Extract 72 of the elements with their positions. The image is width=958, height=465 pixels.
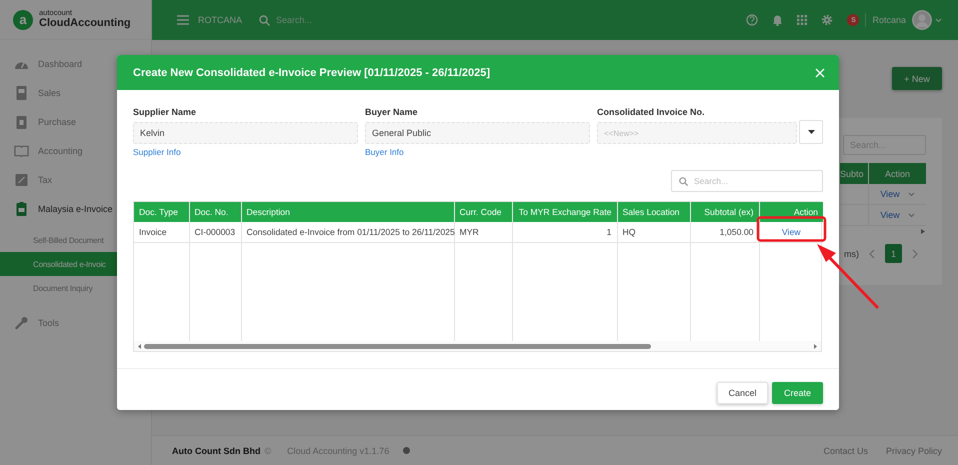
caret-icon[interactable] xyxy=(908,192,915,196)
document-icon xyxy=(14,202,29,216)
table-cell: MYR xyxy=(454,222,512,242)
field-label: Buyer Name xyxy=(365,106,418,118)
company-name[interactable]: ROTCANA xyxy=(198,15,242,25)
dialog-title: Create New Consolidated e-Invoice Preview [01/11/2025 - 26/11/2025] xyxy=(133,66,490,78)
table-cell: Consolidated e-Invoice from 01/11/2025 to 26/11/2025 xyxy=(241,222,454,242)
column-header: Action xyxy=(884,168,911,180)
sidebar-item[interactable]: Tax xyxy=(0,165,151,194)
search-field[interactable]: Search... xyxy=(671,170,823,192)
menu-icon[interactable] xyxy=(177,15,189,25)
field-label: Consolidated Invoice No. xyxy=(597,106,705,118)
text-field[interactable]: General Public xyxy=(365,122,590,144)
column-header: Sales Location xyxy=(617,202,690,222)
item-count: ms) xyxy=(844,248,859,258)
column-header: Doc. No. xyxy=(189,202,241,222)
receipt-icon xyxy=(14,86,29,100)
product-name: CloudAccounting xyxy=(39,17,131,30)
table-cell: CI-000003 xyxy=(189,222,241,242)
caret-icon[interactable] xyxy=(908,212,915,218)
column-header: Doc. Type xyxy=(134,202,189,222)
close-icon[interactable] xyxy=(815,68,825,78)
caret-icon xyxy=(808,130,814,134)
scrollbar-thumb[interactable] xyxy=(144,344,651,348)
scroll-arrow-icon[interactable] xyxy=(921,229,925,234)
search-field[interactable]: Search... xyxy=(276,15,312,25)
next-icon[interactable] xyxy=(912,248,918,258)
footer-link[interactable]: Contact Us xyxy=(823,446,868,456)
logo-mark: a xyxy=(13,10,33,30)
highlight-box xyxy=(756,216,826,242)
table-cell: Invoice xyxy=(134,222,189,242)
table-cell: 1,050.00 xyxy=(690,222,759,242)
create-button[interactable]: Create xyxy=(772,382,823,404)
new-button[interactable]: + New xyxy=(892,67,942,90)
scroll-left-icon[interactable] xyxy=(138,344,141,348)
field-label: Supplier Name xyxy=(133,106,196,118)
text-field[interactable]: Kelvin xyxy=(133,122,358,144)
help-icon[interactable] xyxy=(746,14,758,26)
table-cell: HQ xyxy=(617,222,690,242)
info-link[interactable]: Supplier Info xyxy=(133,147,181,157)
view-link[interactable]: View xyxy=(782,227,801,237)
scroll-right-icon[interactable] xyxy=(814,344,817,348)
previous-icon[interactable] xyxy=(869,248,875,258)
book-icon xyxy=(14,144,29,156)
column-header: Subtotal (ex) xyxy=(690,202,759,222)
dropdown-field[interactable]: <<New>> xyxy=(597,122,797,144)
column-header: Subto xyxy=(840,163,869,184)
company-name: Auto Count Sdn Bhd xyxy=(172,446,260,456)
dropdown-button[interactable] xyxy=(799,120,823,144)
arrow xyxy=(817,244,880,310)
grid-icon[interactable] xyxy=(797,15,808,25)
avatar-icon[interactable] xyxy=(912,10,932,30)
sidebar-item[interactable]: Tools xyxy=(0,308,151,337)
view-link[interactable]: View xyxy=(880,210,900,220)
wrench-icon xyxy=(14,316,29,330)
info-link[interactable]: Buyer Info xyxy=(365,147,404,157)
copyright-mark: © xyxy=(264,446,272,456)
search-icon xyxy=(679,176,688,186)
column-header: To MYR Exchange Rate xyxy=(512,202,617,222)
clipboard-icon xyxy=(14,114,29,128)
column-header: Curr. Code xyxy=(454,202,512,222)
view-link[interactable]: View xyxy=(880,189,900,199)
cancel-button[interactable]: Cancel xyxy=(717,382,768,404)
footer-link[interactable]: Privacy Policy xyxy=(886,446,942,456)
column-header: Description xyxy=(241,202,454,222)
table-cell: 1 xyxy=(512,222,617,242)
user-name[interactable]: Rotcana xyxy=(872,15,906,25)
sidebar-item[interactable]: Sales xyxy=(0,78,151,107)
search-icon[interactable] xyxy=(259,14,270,26)
page-button[interactable]: 1 xyxy=(885,244,902,263)
bell-icon[interactable] xyxy=(772,14,784,26)
settings-icon[interactable] xyxy=(821,14,834,26)
